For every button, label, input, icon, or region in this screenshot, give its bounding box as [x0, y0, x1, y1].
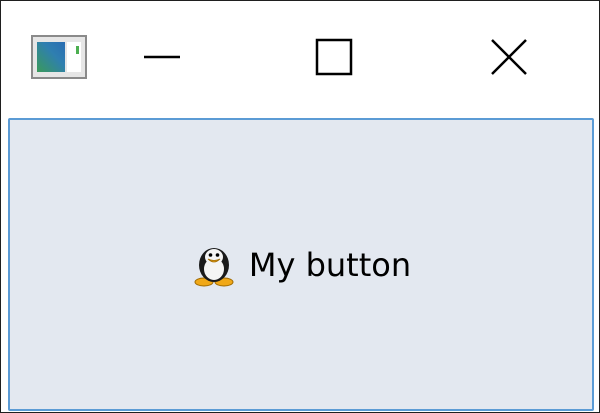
penguin-icon [191, 243, 237, 287]
title-bar[interactable] [1, 1, 599, 116]
close-icon [489, 37, 529, 81]
my-button-label: My button [248, 245, 412, 284]
maximize-button[interactable] [274, 1, 394, 116]
minimize-icon [142, 37, 182, 81]
close-button[interactable] [449, 1, 569, 116]
window-client-area: My button [8, 118, 594, 411]
my-button[interactable]: My button [8, 118, 594, 411]
minimize-button[interactable] [102, 1, 222, 116]
window-icon [31, 35, 87, 79]
app-window: My button [0, 0, 600, 413]
maximize-icon [314, 37, 354, 81]
